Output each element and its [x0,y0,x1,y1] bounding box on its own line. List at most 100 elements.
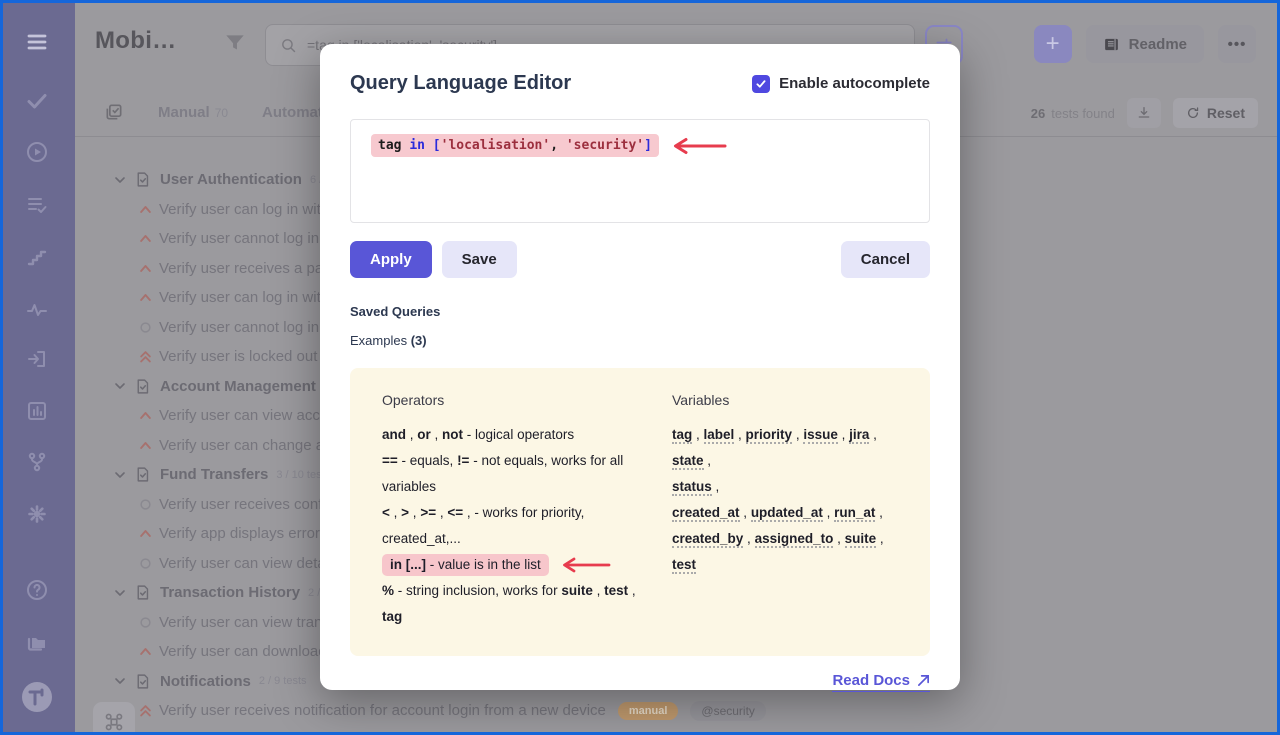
query-language-editor-modal: Query Language Editor Enable autocomplet… [320,44,960,690]
help-circle-icon[interactable] [25,578,49,602]
operator-help-line: % - string inclusion, works for suite , … [382,578,650,630]
variable-help-line: status , [672,474,898,500]
more-button[interactable]: ••• [1218,25,1256,63]
test-title: Verify user receives notification for ac… [159,702,606,719]
apply-button[interactable]: Apply [350,241,432,278]
reset-button[interactable]: Reset [1173,98,1258,128]
save-button[interactable]: Save [442,241,517,278]
tag-badge: @security [690,701,766,721]
test-title: Verify user can change ac [159,437,332,454]
operator-help-line: == - equals, != - not equals, works for … [382,448,650,500]
arrow-left-icon [669,137,727,155]
suite-title: Notifications [160,673,251,690]
variable-help-line: tag , label , priority , issue , jira , … [672,422,898,474]
cancel-button[interactable]: Cancel [841,241,930,278]
checkbox-checked-icon[interactable] [752,75,770,93]
chevron-down-icon[interactable] [112,673,128,689]
manual-badge: manual [618,702,679,720]
add-button[interactable]: + [1034,25,1072,63]
query-editor-input[interactable]: tag in ['localisation', 'security'] [350,119,930,223]
select-all-icon[interactable] [104,102,124,122]
tab-manual-label: Manual [158,104,210,121]
project-title: Mobi… [95,27,176,55]
priority-high-icon [138,644,153,659]
filter-icon[interactable] [222,30,248,56]
variables-title: Variables [672,392,898,408]
test-title: Verify user cannot log in [159,319,319,336]
test-title: Verify user receives confi [159,496,326,513]
menu-icon[interactable] [25,30,49,54]
suite-title: User Authentication [160,171,302,188]
priority-high-icon [138,231,153,246]
arrow-left-icon [559,557,611,573]
priority-high-icon [138,290,153,305]
examples-section[interactable]: Examples (3) [350,333,930,348]
priority-critical-icon [138,349,153,364]
readme-label: Readme [1129,36,1187,53]
priority-high-icon [138,526,153,541]
activity-icon[interactable] [25,298,49,322]
readme-button[interactable]: Readme [1086,25,1204,63]
test-title: Verify user cannot log in w [159,230,334,247]
autocomplete-label: Enable autocomplete [779,75,930,92]
test-title: Verify user can log in with [159,289,329,306]
suite-title: Account Management [160,378,316,395]
chevron-down-icon[interactable] [112,467,128,483]
priority-none-icon [138,320,153,335]
list-check-icon[interactable] [25,193,49,217]
chevron-down-icon[interactable] [112,378,128,394]
priority-high-icon [138,408,153,423]
read-docs-link[interactable]: Read Docs [832,672,930,692]
suite-doc-icon [134,673,151,690]
test-title: Verify user can download [159,643,327,660]
modal-title: Query Language Editor [350,72,571,95]
sign-in-icon[interactable] [25,347,49,371]
reset-label: Reset [1207,105,1245,121]
stairs-icon[interactable] [25,246,49,270]
test-title: Verify user receives a pas [159,260,331,277]
search-icon [280,37,297,54]
bar-chart-icon[interactable] [25,399,49,423]
test-title: Verify user can view acco [159,407,328,424]
priority-none-icon [138,497,153,512]
suite-doc-icon [134,171,151,188]
test-title: Verify user can view trans [159,614,330,631]
logo-t-icon[interactable] [21,681,53,713]
variable-help-line: created_at , updated_at , run_at , [672,500,898,526]
suite-doc-icon [134,584,151,601]
operator-help-line: < , > , >= , <= , - works for priority,c… [382,500,650,552]
git-fork-icon[interactable] [25,450,49,474]
query-code: tag in ['localisation', 'security'] [371,134,659,157]
priority-critical-icon [138,703,153,718]
tests-found-count: 26 [1031,106,1045,121]
variable-help-line: created_by , assigned_to , suite , test [672,526,898,578]
tab-manual[interactable]: Manual 70 [158,104,228,121]
chevron-down-icon[interactable] [112,172,128,188]
folders-icon[interactable] [25,630,49,654]
syntax-help-panel: Operators and , or , not - logical opera… [350,368,930,656]
test-title: Verify user can view deta [159,555,326,572]
examples-count: (3) [411,333,427,348]
read-docs-label: Read Docs [832,672,910,689]
priority-high-icon [138,202,153,217]
check-icon[interactable] [25,89,49,113]
play-circle-icon[interactable] [25,140,49,164]
suite-count: 2 / 9 tests [259,675,307,687]
suite-doc-icon [134,378,151,395]
book-icon [1103,36,1120,53]
priority-none-icon [138,615,153,630]
enable-autocomplete-toggle[interactable]: Enable autocomplete [752,75,930,93]
priority-high-icon [138,438,153,453]
operator-help-line: and , or , not - logical operators [382,422,650,448]
download-button[interactable] [1127,98,1161,128]
test-title: Verify user is locked out a [159,348,330,365]
gear-icon[interactable] [25,502,49,526]
saved-queries-section[interactable]: Saved Queries [350,304,930,319]
operators-title: Operators [382,392,650,408]
command-shortcut-button[interactable] [93,702,135,735]
sidebar [0,0,75,735]
test-row[interactable]: Verify user receives notification for ac… [75,696,1280,726]
chevron-down-icon[interactable] [112,585,128,601]
suite-doc-icon [134,466,151,483]
tab-manual-count: 70 [215,106,228,120]
